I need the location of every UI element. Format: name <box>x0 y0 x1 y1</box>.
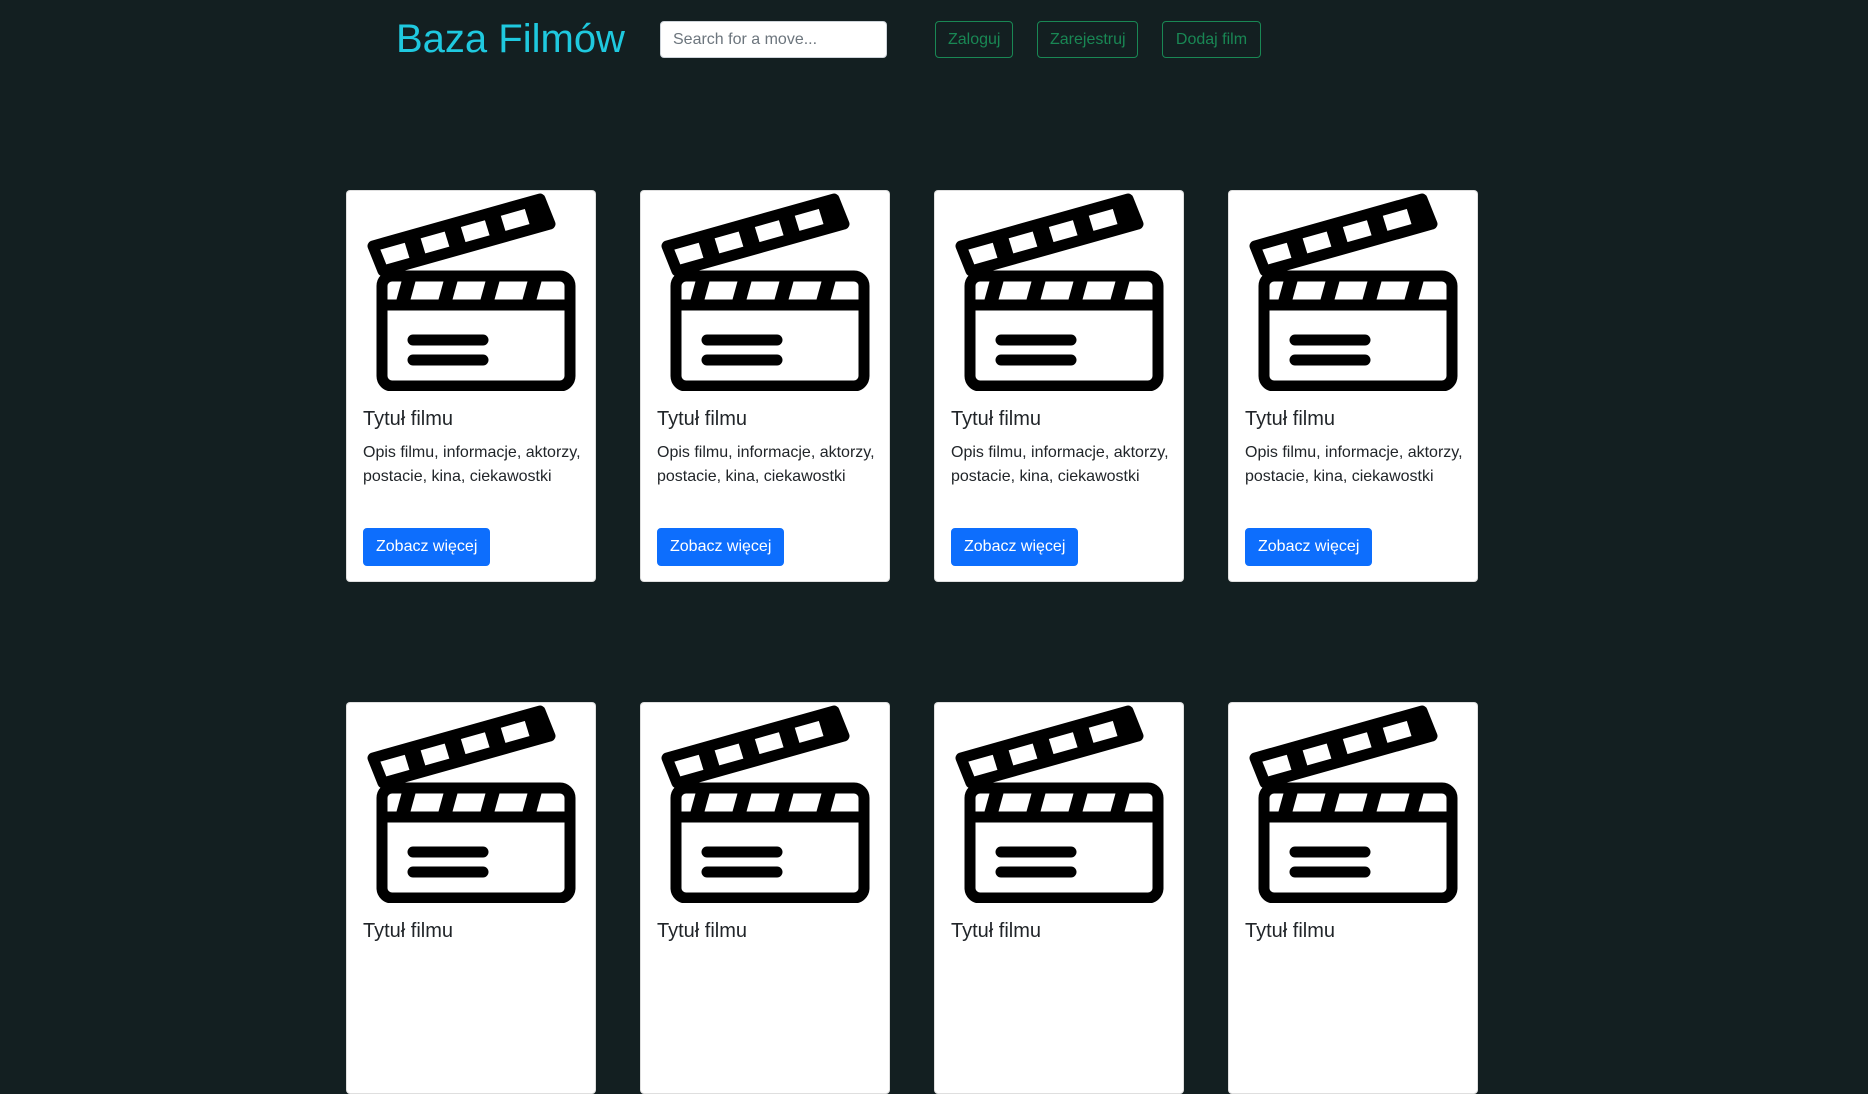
film-card: Tytuł filmu <box>640 702 890 1094</box>
see-more-button[interactable]: Zobacz więcej <box>363 528 491 566</box>
film-card: Tytuł filmu <box>934 702 1184 1094</box>
film-grid: Tytuł filmu Opis filmu, informacje, akto… <box>0 0 1868 1094</box>
film-card: Tytuł filmu Opis filmu, informacje, akto… <box>346 190 596 582</box>
card-title: Tytuł filmu <box>657 920 748 942</box>
card-title: Tytuł filmu <box>951 920 1042 942</box>
clapperboard-icon <box>641 191 889 391</box>
card-title: Tytuł filmu <box>1245 408 1336 430</box>
card-text: Opis filmu, informacje, aktorzy, postaci… <box>1245 444 1463 485</box>
clapperboard-icon <box>935 191 1183 391</box>
film-card: Tytuł filmu <box>1228 702 1478 1094</box>
card-title: Tytuł filmu <box>363 920 454 942</box>
clapperboard-icon <box>347 191 595 391</box>
clapperboard-icon <box>1229 703 1477 903</box>
film-card: Tytuł filmu Opis filmu, informacje, akto… <box>1228 190 1478 582</box>
card-title: Tytuł filmu <box>951 408 1042 430</box>
card-title: Tytuł filmu <box>1245 920 1336 942</box>
see-more-button[interactable]: Zobacz więcej <box>1245 528 1373 566</box>
film-card: Tytuł filmu Opis filmu, informacje, akto… <box>934 190 1184 582</box>
see-more-button[interactable]: Zobacz więcej <box>657 528 785 566</box>
card-text: Opis filmu, informacje, aktorzy, postaci… <box>363 444 581 485</box>
see-more-button[interactable]: Zobacz więcej <box>951 528 1079 566</box>
film-card: Tytuł filmu Opis filmu, informacje, akto… <box>640 190 890 582</box>
card-title: Tytuł filmu <box>657 408 748 430</box>
card-text: Opis filmu, informacje, aktorzy, postaci… <box>951 444 1169 485</box>
clapperboard-icon <box>641 703 889 903</box>
card-title: Tytuł filmu <box>363 408 454 430</box>
clapperboard-icon <box>935 703 1183 903</box>
clapperboard-icon <box>347 703 595 903</box>
clapperboard-icon <box>1229 191 1477 391</box>
film-card: Tytuł filmu <box>346 702 596 1094</box>
card-text: Opis filmu, informacje, aktorzy, postaci… <box>657 444 875 485</box>
